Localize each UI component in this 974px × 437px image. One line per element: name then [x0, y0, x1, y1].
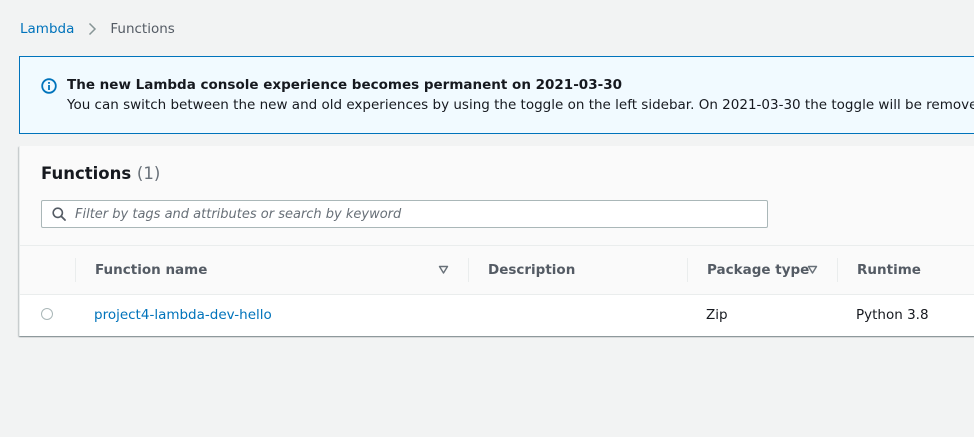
table-header: Function name Description Package type R… — [20, 246, 974, 295]
runtime-cell: Python 3.8 — [856, 307, 929, 323]
function-name-link[interactable]: project4-lambda-dev-hello — [94, 307, 272, 323]
search-icon — [52, 207, 66, 221]
breadcrumb-current: Functions — [110, 21, 175, 37]
column-header-description[interactable]: Description — [488, 246, 575, 294]
search-input[interactable] — [75, 201, 755, 227]
column-header-runtime[interactable]: Runtime — [857, 246, 921, 294]
table-row: project4-lambda-dev-hello Zip Python 3.8 — [20, 295, 974, 336]
row-select-radio[interactable] — [41, 308, 53, 320]
breadcrumb: Lambda Functions — [20, 21, 175, 37]
sort-down-icon[interactable] — [438, 264, 449, 275]
functions-panel-header: Functions (1) — [20, 146, 974, 246]
column-header-package-type[interactable]: Package type — [707, 246, 809, 294]
column-divider — [837, 258, 838, 282]
flash-body: You can switch between the new and old e… — [67, 97, 974, 113]
breadcrumb-lambda-link[interactable]: Lambda — [20, 21, 74, 37]
functions-heading: Functions (1) — [41, 164, 160, 183]
column-divider — [687, 258, 688, 282]
column-header-function-name[interactable]: Function name — [95, 246, 207, 294]
search-box — [41, 200, 768, 228]
info-flash-banner: The new Lambda console experience become… — [19, 56, 974, 134]
functions-title: Functions — [41, 164, 132, 183]
function-name-cell: project4-lambda-dev-hello — [94, 295, 272, 335]
functions-panel: Functions (1) Function name Description … — [19, 146, 974, 336]
chevron-right-icon — [89, 22, 97, 36]
sort-down-icon[interactable] — [807, 264, 818, 275]
column-divider — [75, 258, 76, 282]
functions-count: (1) — [136, 164, 161, 183]
flash-title: The new Lambda console experience become… — [67, 77, 622, 93]
package-type-cell: Zip — [706, 307, 728, 323]
column-divider — [468, 258, 469, 282]
info-icon — [41, 78, 57, 94]
